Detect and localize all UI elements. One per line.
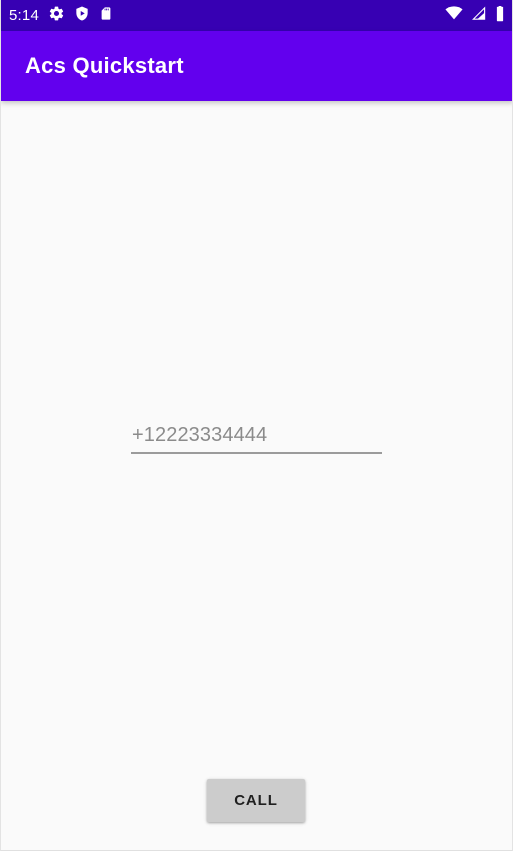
call-button[interactable]: CALL <box>207 779 305 822</box>
phone-number-field-wrapper <box>131 422 382 456</box>
cellular-signal-icon <box>471 6 487 26</box>
phone-number-input[interactable] <box>131 422 382 454</box>
status-bar-right-group <box>445 5 505 27</box>
sd-card-icon <box>99 5 113 27</box>
wifi-icon <box>445 6 463 25</box>
main-content: CALL <box>1 101 512 850</box>
play-protect-shield-icon <box>74 5 90 27</box>
phone-screen: 5:14 Acs Quickstart +12223334444 CALL <box>0 0 513 851</box>
battery-icon <box>495 5 505 27</box>
app-bar: Acs Quickstart <box>1 31 512 101</box>
status-bar-clock: 5:14 <box>9 7 39 24</box>
settings-gear-icon <box>48 5 65 27</box>
status-bar-left-group: 5:14 <box>9 5 113 27</box>
status-bar: 5:14 <box>1 0 512 31</box>
app-bar-title: Acs Quickstart <box>25 53 184 78</box>
